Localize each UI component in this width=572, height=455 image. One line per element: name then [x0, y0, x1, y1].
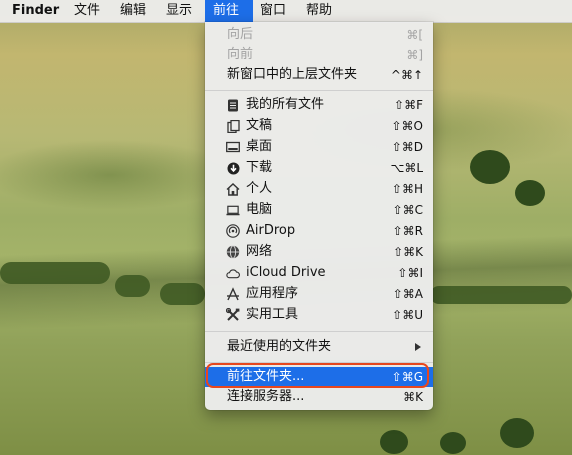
wallpaper-tree	[515, 180, 545, 206]
menu-separator	[205, 90, 433, 91]
menubar-help[interactable]: 帮助	[298, 0, 340, 22]
menu-item-icloud-drive[interactable]: iCloud Drive ⇧⌘I	[205, 263, 433, 283]
menu-item-shortcut: ^⌘↑	[390, 68, 423, 82]
menu-item-applications[interactable]: 应用程序 ⇧⌘A	[205, 284, 433, 304]
menu-item-label: 我的所有文件	[246, 97, 325, 112]
annotation-highlight-ring	[206, 363, 429, 388]
wallpaper-tree	[470, 150, 510, 184]
network-icon	[226, 245, 240, 259]
menu-item-shortcut: ⌘K	[403, 390, 423, 404]
menu-item-label: 电脑	[246, 202, 273, 217]
menu-item-shortcut: ⇧⌘F	[394, 98, 423, 112]
menu-item-label: iCloud Drive	[246, 265, 326, 280]
all-files-icon	[226, 98, 240, 112]
wallpaper-tree	[440, 432, 466, 454]
utilities-icon	[226, 308, 240, 322]
menu-item-label: 最近使用的文件夹	[227, 339, 332, 354]
menu-item-shortcut: ⌘[	[406, 28, 423, 42]
menu-item-label: 应用程序	[246, 286, 299, 301]
submenu-arrow-icon	[415, 343, 421, 351]
airdrop-icon	[226, 224, 240, 238]
menubar-window[interactable]: 窗口	[252, 0, 294, 22]
menu-item-home[interactable]: 个人 ⇧⌘H	[205, 179, 433, 199]
menu-bar: Finder 文件 编辑 显示 前往 窗口 帮助	[0, 0, 572, 23]
menu-item-shortcut: ⇧⌘H	[391, 182, 423, 196]
cloud-icon	[226, 266, 240, 280]
downloads-icon	[226, 161, 240, 175]
menubar-edit[interactable]: 编辑	[112, 0, 154, 22]
go-menu: 向后 ⌘[ 向前 ⌘] 新窗口中的上层文件夹 ^⌘↑ 我的所有文件 ⇧⌘F 文稿…	[205, 22, 433, 410]
menu-item-forward[interactable]: 向前 ⌘]	[205, 45, 433, 65]
wallpaper-tree	[500, 418, 534, 448]
menu-item-shortcut: ⇧⌘K	[393, 245, 423, 259]
menu-item-shortcut: ⇧⌘D	[391, 140, 423, 154]
menu-item-label: 新窗口中的上层文件夹	[227, 67, 358, 82]
menu-item-label: 下载	[246, 160, 273, 175]
menu-item-shortcut: ⇧⌘C	[392, 203, 423, 217]
menu-item-all-files[interactable]: 我的所有文件 ⇧⌘F	[205, 95, 433, 115]
menu-item-computer[interactable]: 电脑 ⇧⌘C	[205, 200, 433, 220]
menu-separator	[205, 331, 433, 332]
menu-item-label: AirDrop	[246, 223, 296, 238]
menu-item-shortcut: ⌘]	[406, 48, 423, 62]
menu-item-shortcut: ⇧⌘R	[392, 224, 423, 238]
menu-item-downloads[interactable]: 下载 ⌥⌘L	[205, 158, 433, 178]
menu-item-label: 向后	[227, 27, 254, 42]
menubar-file[interactable]: 文件	[66, 0, 108, 22]
menu-item-utilities[interactable]: 实用工具 ⇧⌘U	[205, 305, 433, 325]
menu-item-label: 向前	[227, 47, 254, 62]
wallpaper-hedge	[430, 286, 572, 304]
menubar-view[interactable]: 显示	[158, 0, 200, 22]
wallpaper-hedge	[160, 283, 205, 305]
menu-item-back[interactable]: 向后 ⌘[	[205, 25, 433, 45]
menu-item-shortcut: ⌥⌘L	[390, 161, 423, 175]
wallpaper-tree	[380, 430, 408, 454]
menu-item-network[interactable]: 网络 ⇧⌘K	[205, 242, 433, 262]
menu-item-recent-folders[interactable]: 最近使用的文件夹	[205, 337, 433, 357]
menu-item-connect-to-server[interactable]: 连接服务器... ⌘K	[205, 387, 433, 407]
menu-item-shortcut: ⇧⌘A	[392, 287, 423, 301]
home-icon	[226, 182, 240, 196]
menubar-finder[interactable]: Finder	[4, 0, 67, 22]
wallpaper-hedge	[115, 275, 150, 297]
menu-item-label: 个人	[246, 181, 273, 196]
menu-item-enclosing-folder[interactable]: 新窗口中的上层文件夹 ^⌘↑	[205, 65, 433, 85]
menu-item-shortcut: ⇧⌘I	[397, 266, 423, 280]
menu-item-label: 网络	[246, 244, 273, 259]
menu-item-label: 桌面	[246, 139, 273, 154]
menu-item-desktop[interactable]: 桌面 ⇧⌘D	[205, 137, 433, 157]
documents-icon	[226, 119, 240, 133]
menu-item-shortcut: ⇧⌘O	[391, 119, 424, 133]
menu-item-label: 连接服务器...	[227, 389, 305, 404]
menu-item-label: 文稿	[246, 118, 273, 133]
computer-icon	[226, 203, 240, 217]
desktop-icon	[226, 140, 240, 154]
menubar-go[interactable]: 前往	[205, 0, 253, 22]
applications-icon	[226, 287, 240, 301]
menu-item-airdrop[interactable]: AirDrop ⇧⌘R	[205, 221, 433, 241]
menu-item-documents[interactable]: 文稿 ⇧⌘O	[205, 116, 433, 136]
menu-item-label: 实用工具	[246, 307, 299, 322]
wallpaper-hedge	[0, 262, 110, 284]
menu-item-shortcut: ⇧⌘U	[392, 308, 423, 322]
